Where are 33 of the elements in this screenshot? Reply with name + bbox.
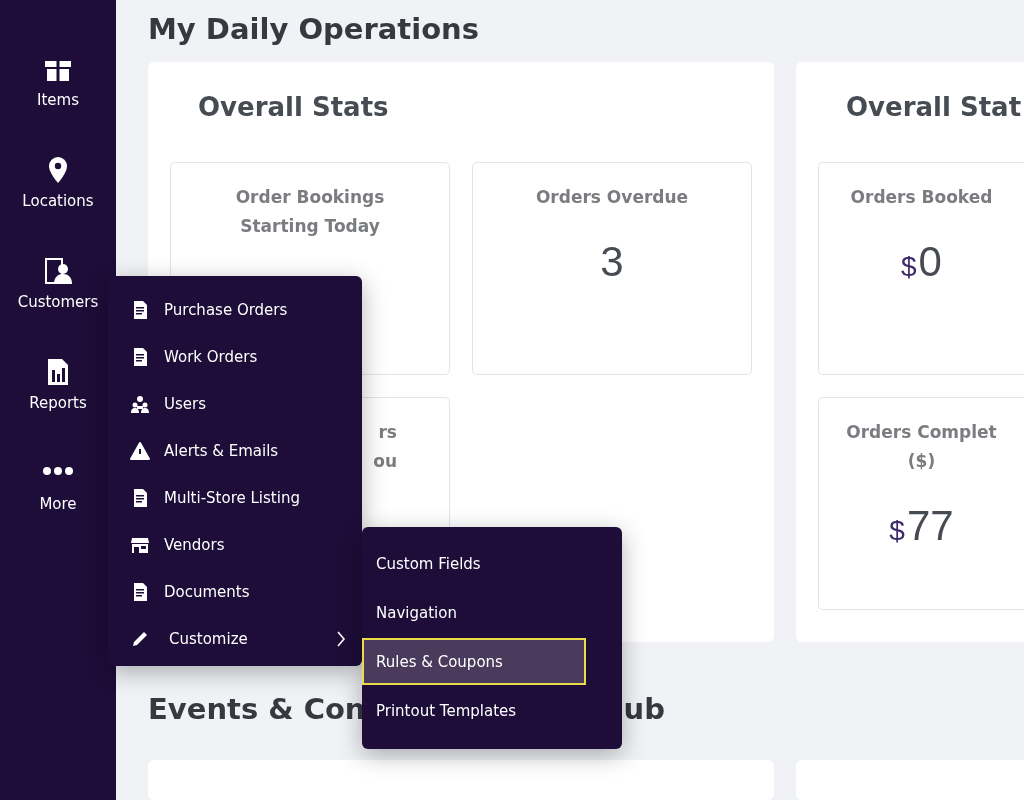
customer-icon — [42, 255, 74, 287]
menu-item[interactable]: Work Orders — [108, 333, 362, 380]
warning-icon — [130, 440, 150, 461]
submenu-item[interactable]: Rules & Coupons — [362, 638, 586, 685]
sidebar-item[interactable]: More — [39, 438, 77, 513]
sidebar-item[interactable]: Locations — [22, 135, 94, 210]
stat-value: $77 — [888, 502, 955, 550]
card-title: Overall Stat — [846, 92, 1023, 124]
stat-title: Order Bookings Starting Today — [234, 186, 386, 238]
sidebar-item[interactable]: Customers — [17, 236, 99, 311]
sidebar-item[interactable]: Items — [37, 34, 79, 109]
sidebar-item[interactable]: Reports — [29, 337, 87, 412]
stat-title: rs ou — [373, 421, 397, 473]
stat-title: Orders Overdue — [534, 186, 690, 209]
card-title: Overall Stats — [198, 92, 390, 124]
section-title: ub — [623, 692, 665, 726]
menu-item[interactable]: Vendors — [108, 521, 362, 568]
more-icon — [42, 465, 74, 477]
chevron-right-icon — [336, 629, 346, 648]
page-title: My Daily Operations — [148, 12, 480, 48]
menu-item[interactable]: Documents — [108, 568, 362, 615]
menu-item[interactable]: Customize — [108, 615, 362, 662]
stat-value: $0 — [900, 238, 943, 286]
stat-value: 3 — [599, 238, 625, 286]
menu-item[interactable]: Purchase Orders — [108, 286, 362, 333]
submenu-item[interactable]: Custom Fields — [362, 540, 622, 587]
submenu-item[interactable]: Navigation — [362, 589, 622, 636]
menu-item[interactable]: Alerts & Emails — [108, 427, 362, 474]
menu-item[interactable]: Users — [108, 380, 362, 427]
menu-item[interactable]: Multi-Store Listing — [108, 474, 362, 521]
stat-title: Orders Complet ($) — [845, 421, 998, 473]
users-icon — [130, 393, 150, 414]
stat-title: Orders Booked — [849, 186, 994, 209]
